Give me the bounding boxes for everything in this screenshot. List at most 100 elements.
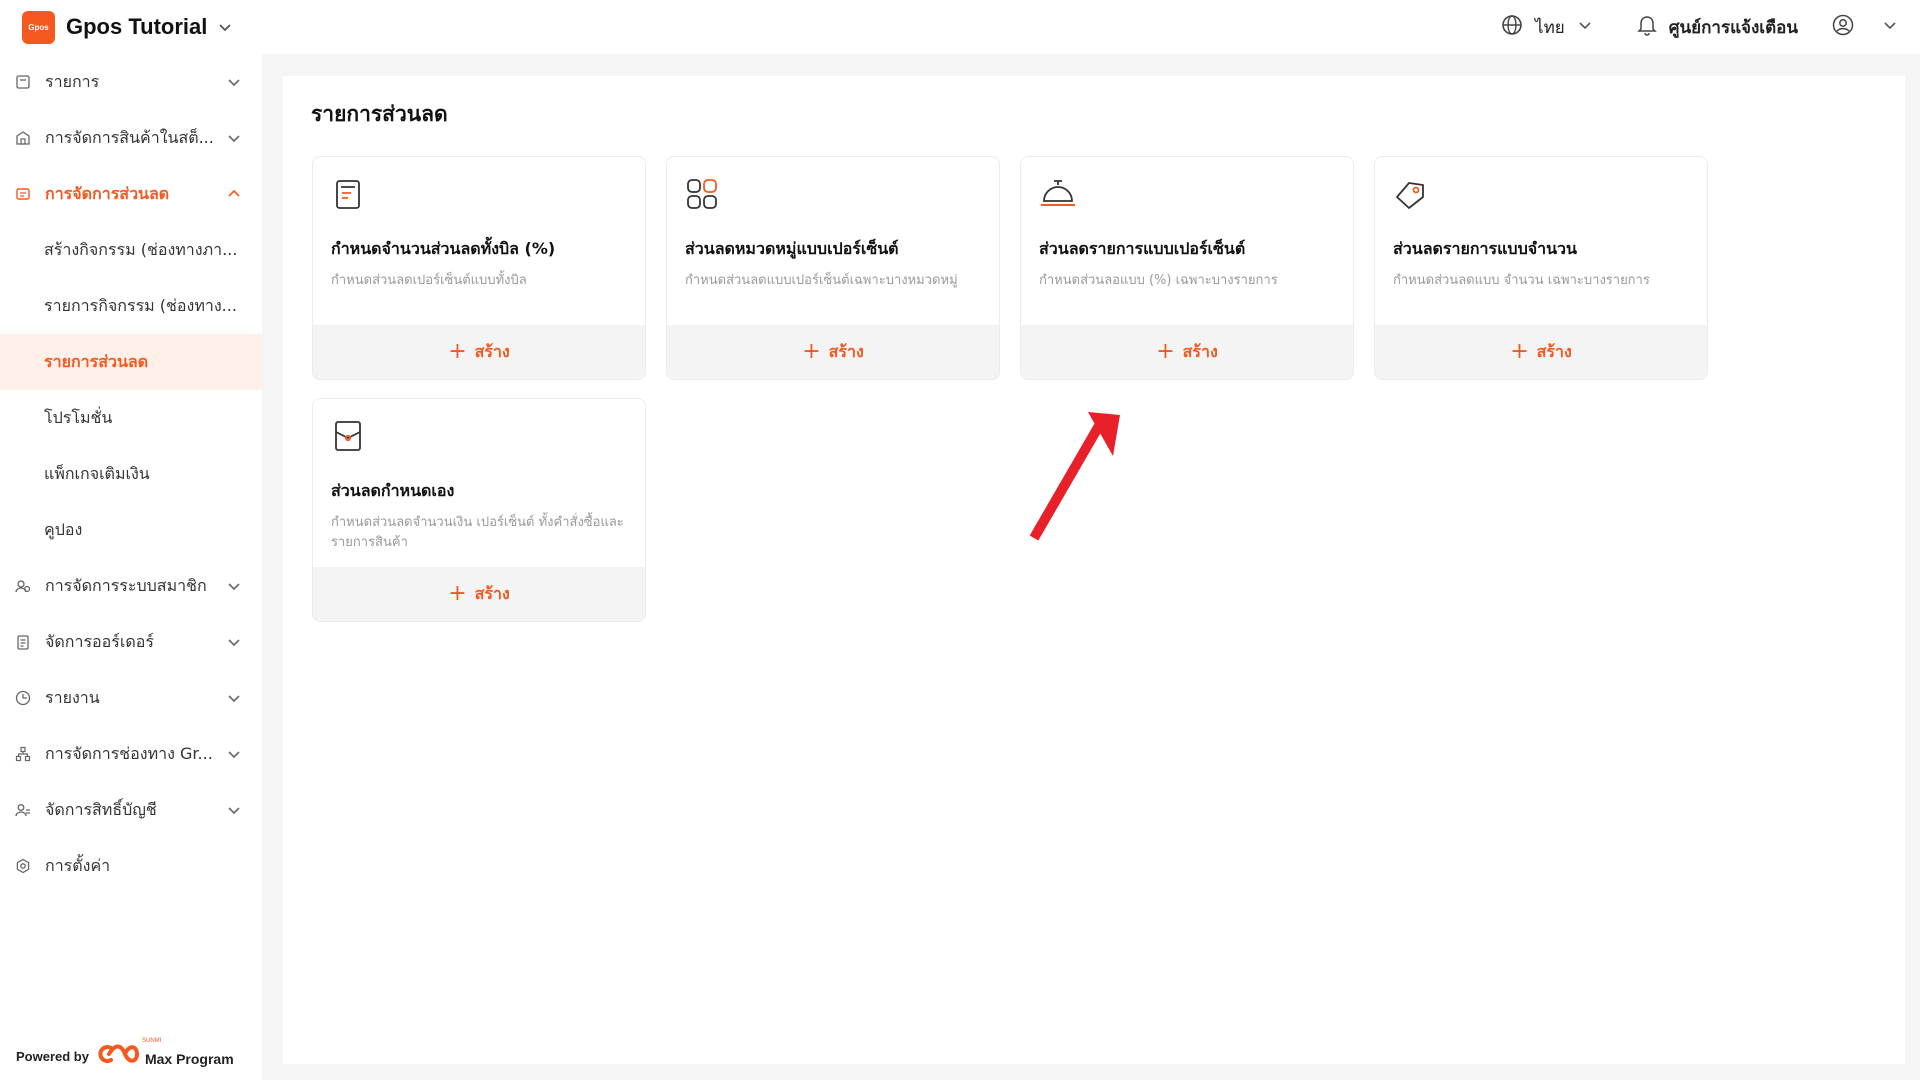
notification-center-label: ศูนย์การแจ้งเตือน	[1668, 17, 1798, 38]
store-icon	[15, 130, 31, 146]
channels-icon	[15, 746, 31, 762]
card-title: ส่วนลดรายการแบบเปอร์เซ็นต์	[1039, 239, 1246, 258]
sidebar-item-label: โปรโมชั่น	[44, 407, 113, 427]
card-description: กำหนดส่วนลดแบบ จำนวน เฉพาะบางรายการ	[1393, 273, 1650, 288]
app-title[interactable]: Gpos Tutorial	[66, 14, 207, 40]
language-label: ไทย	[1535, 17, 1565, 38]
create-button-label: สร้าง	[474, 341, 510, 361]
card-description: กำหนดส่วนลดแบบเปอร์เซ็นต์เฉพาะบางหมวดหมู…	[685, 273, 958, 288]
sidebar-item-discounts[interactable]: การจัดการส่วนลด	[0, 166, 262, 222]
users-icon	[15, 802, 31, 818]
sidebar-item-stock[interactable]: การจัดการสินค้าในสต็...	[0, 110, 262, 166]
chevron-down-icon	[226, 690, 242, 706]
card-description: กำหนดส่วนลอแบบ (%) เฉพาะบางรายการ	[1039, 273, 1278, 288]
sidebar-item-settings[interactable]: การตั้งค่า	[0, 838, 262, 894]
price-tag-icon	[1393, 177, 1427, 211]
user-avatar-icon	[1832, 14, 1854, 40]
chevron-down-icon	[226, 74, 242, 90]
service-bell-icon	[1039, 177, 1075, 211]
settings-icon	[15, 858, 31, 874]
sidebar-item-label: แพ็กเกจเติมเงิน	[44, 463, 150, 483]
powered-by: Powered by SUNMI Max Program	[16, 1038, 234, 1070]
language-selector[interactable]: ไทย	[1501, 14, 1593, 41]
sidebar-item-label: การจัดการสินค้าในสต็...	[45, 127, 214, 147]
sunmi-label: SUNMI	[142, 1038, 162, 1044]
sidebar-item-members[interactable]: การจัดการระบบสมาชิก	[0, 558, 262, 614]
main-panel: รายการส่วนลด กำหนดจำนวนส่วนลดทั้งบิล (%)…	[283, 76, 1905, 1064]
page-title: รายการส่วนลด	[311, 102, 448, 126]
top-bar: Gpos Gpos Tutorial ไทย ศูนย์การแจ้งเตือน	[0, 0, 1920, 54]
card-description: กำหนดส่วนลดเปอร์เซ็นต์แบบทั้งบิล	[331, 273, 527, 288]
max-program-logo	[97, 1042, 141, 1070]
create-button[interactable]: + สร้าง	[313, 567, 645, 621]
card-title: ส่วนลดกำหนดเอง	[331, 481, 455, 500]
sidebar-item-label: จัดการออร์เดอร์	[45, 631, 154, 651]
sidebar-item-label: คูปอง	[44, 519, 83, 539]
create-button[interactable]: + สร้าง	[667, 325, 999, 379]
chevron-down-icon[interactable]	[217, 19, 233, 35]
create-button-label: สร้าง	[474, 583, 510, 603]
sidebar-item-list[interactable]: รายการ	[0, 54, 262, 110]
sidebar-item-label: สร้างกิจกรรม (ช่องทางภา...	[44, 239, 238, 259]
coupon-icon	[15, 186, 31, 202]
envelope-icon	[331, 419, 365, 453]
create-button-label: สร้าง	[1536, 341, 1572, 361]
chevron-down-icon	[1577, 17, 1593, 37]
chevron-down-icon	[1882, 17, 1898, 37]
discount-card-custom: ส่วนลดกำหนดเอง กำหนดส่วนลดจำนวนเงิน เปอร…	[312, 398, 646, 622]
card-title: ส่วนลดหมวดหมู่แบบเปอร์เซ็นต์	[685, 239, 899, 258]
globe-icon	[1501, 14, 1523, 40]
gpos-logo[interactable]: Gpos	[22, 10, 55, 44]
discount-card-category-percent: ส่วนลดหมวดหมู่แบบเปอร์เซ็นต์ กำหนดส่วนลด…	[666, 156, 1000, 380]
sidebar-item-orders[interactable]: จัดการออร์เดอร์	[0, 614, 262, 670]
sidebar-item-label: รายงาน	[45, 687, 100, 707]
max-program-label: Max Program	[144, 1051, 234, 1067]
create-button[interactable]: + สร้าง	[313, 325, 645, 379]
card-title: กำหนดจำนวนส่วนลดทั้งบิล (%)	[331, 239, 556, 258]
plus-icon: +	[1156, 339, 1175, 364]
card-title: ส่วนลดรายการแบบจำนวน	[1393, 239, 1577, 258]
clock-icon	[15, 690, 31, 706]
annotation-arrow-icon	[1029, 412, 1120, 541]
plus-icon: +	[448, 581, 467, 606]
sidebar-item-channels[interactable]: การจัดการช่องทาง Gr...	[0, 726, 262, 782]
sidebar-item-label: รายการส่วนลด	[44, 351, 149, 371]
create-button-label: สร้าง	[1182, 341, 1218, 361]
clipboard-icon	[15, 634, 31, 650]
discount-card-bill-percent: กำหนดจำนวนส่วนลดทั้งบิล (%) กำหนดส่วนลดเ…	[312, 156, 646, 380]
chevron-up-icon	[226, 186, 242, 202]
plus-icon: +	[1510, 339, 1529, 364]
sidebar-subitem-activity-list[interactable]: รายการกิจกรรม (ช่องทาง...	[0, 278, 262, 334]
sidebar-item-label: การจัดการช่องทาง Gr...	[45, 743, 213, 763]
sidebar: รายการ การจัดการสินค้าในสต็... การจัดการ…	[0, 54, 262, 1080]
chevron-down-icon	[226, 746, 242, 762]
sidebar-subitem-promotion[interactable]: โปรโมชั่น	[0, 390, 262, 446]
account-menu[interactable]	[1832, 14, 1898, 40]
sidebar-subitem-topup-package[interactable]: แพ็กเกจเติมเงิน	[0, 446, 262, 502]
sidebar-item-label: รายการ	[45, 71, 100, 91]
sidebar-item-label: รายการกิจกรรม (ช่องทาง...	[44, 295, 237, 315]
sidebar-item-label: การจัดการส่วนลด	[45, 183, 170, 203]
create-button-label: สร้าง	[828, 341, 864, 361]
plus-icon: +	[448, 339, 467, 364]
create-button[interactable]: + สร้าง	[1375, 325, 1707, 379]
chevron-down-icon	[226, 130, 242, 146]
card-description: กำหนดส่วนลดจำนวนเงิน เปอร์เซ็นต์ ทั้งคำส…	[331, 515, 624, 550]
chevron-down-icon	[226, 578, 242, 594]
notification-center[interactable]: ศูนย์การแจ้งเตือน	[1636, 14, 1798, 41]
sidebar-item-account-permissions[interactable]: จัดการสิทธิ์บัญชี	[0, 782, 262, 838]
sidebar-subitem-coupon[interactable]: คูปอง	[0, 502, 262, 558]
sidebar-item-reports[interactable]: รายงาน	[0, 670, 262, 726]
receipt-icon	[331, 177, 365, 211]
list-icon	[15, 74, 31, 90]
sidebar-subitem-create-activity[interactable]: สร้างกิจกรรม (ช่องทางภา...	[0, 222, 262, 278]
chevron-down-icon	[226, 634, 242, 650]
discount-card-item-percent: ส่วนลดรายการแบบเปอร์เซ็นต์ กำหนดส่วนลอแบ…	[1020, 156, 1354, 380]
create-button[interactable]: + สร้าง	[1021, 325, 1353, 379]
powered-by-label: Powered by	[16, 1048, 89, 1064]
members-icon	[15, 578, 31, 594]
sidebar-item-label: การจัดการระบบสมาชิก	[45, 575, 207, 595]
sidebar-subitem-discount-list[interactable]: รายการส่วนลด	[0, 334, 262, 390]
sidebar-item-label: การตั้งค่า	[45, 855, 111, 875]
sidebar-item-label: จัดการสิทธิ์บัญชี	[45, 799, 157, 819]
